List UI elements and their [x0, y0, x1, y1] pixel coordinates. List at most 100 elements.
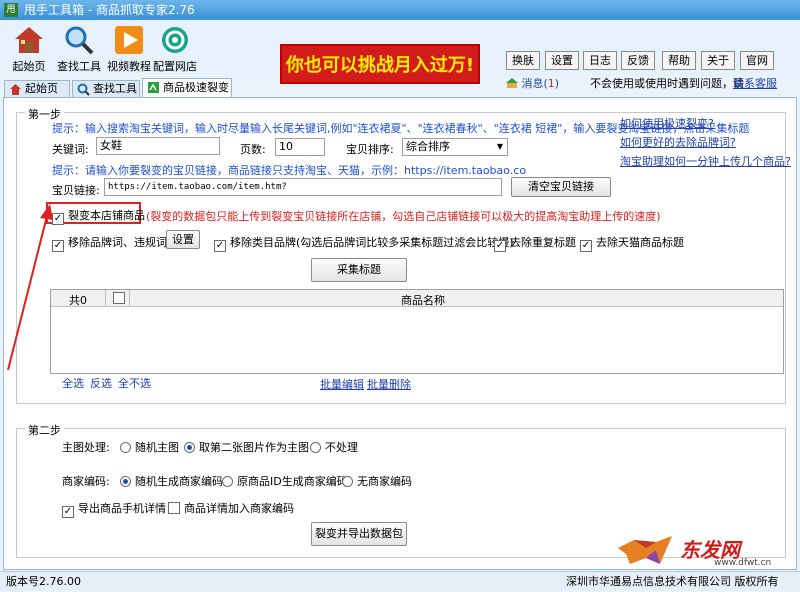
sort-label: 宝贝排序:	[346, 143, 394, 156]
remove-duplicate-option[interactable]: ✓ 去除重复标题	[494, 234, 576, 252]
collect-titles-button[interactable]: 采集标题	[311, 258, 407, 282]
tab-start[interactable]: 起始页	[4, 80, 70, 98]
settings-button[interactable]: 设置	[545, 51, 579, 70]
pages-input[interactable]: 10	[275, 138, 325, 156]
feedback-button[interactable]: 反馈	[621, 51, 655, 70]
main-image-option-none-label: 不处理	[325, 441, 358, 454]
copyright-label: 深圳市华通易点信息技术有限公司 版权所有	[566, 575, 779, 588]
main-image-option-second-label: 取第二张图片作为主图	[199, 441, 309, 454]
export-mobile-checkbox[interactable]: ✓	[62, 506, 74, 518]
grid-column-product-name[interactable]: 商品名称	[401, 292, 445, 308]
version-label: 版本号2.76.00	[6, 575, 81, 588]
tool-search[interactable]: 查找工具	[54, 24, 104, 74]
merchant-code-option-random[interactable]: 随机生成商家编码	[120, 473, 223, 489]
merchant-code-option-none[interactable]: 无商家编码	[342, 473, 412, 489]
tab-find-tools-label: 查找工具	[93, 82, 137, 95]
skin-button[interactable]: 换肤	[506, 51, 540, 70]
add-code-checkbox[interactable]	[168, 502, 180, 514]
help-link-upload[interactable]: 淘宝助理如何一分钟上传几个商品?	[620, 153, 791, 169]
search-icon	[65, 26, 94, 55]
step2-title: 第二步	[25, 422, 64, 438]
gear-icon	[162, 27, 188, 53]
export-mobile-label: 导出商品手机详情	[78, 502, 166, 515]
brand-settings-button[interactable]: 设置	[166, 230, 200, 249]
main-image-radio-second[interactable]	[184, 442, 195, 453]
grid-divider	[105, 290, 106, 306]
main-image-option-second[interactable]: 取第二张图片作为主图	[184, 439, 309, 455]
merchant-code-option-random-label: 随机生成商家编码	[135, 475, 223, 488]
tool-video-label: 视频教程	[107, 60, 151, 73]
grid-count: 共0	[69, 294, 87, 307]
tool-store-config[interactable]: 配置网店	[150, 24, 200, 74]
sort-select[interactable]: 综合排序 ▼	[402, 138, 508, 156]
window-title: 甩手工具箱 - 商品抓取专家2.76	[24, 3, 195, 17]
main-toolbar: 起始页 查找工具 视频教程 配置网店 你也可以挑战月入过万! 换肤 设置 日志 …	[0, 20, 800, 90]
add-code-option[interactable]: 商品详情加入商家编码	[168, 500, 294, 516]
watermark-url: www.dfwt.cn	[714, 558, 772, 568]
main-image-radio-none[interactable]	[310, 442, 321, 453]
fission-export-button[interactable]: 裂变并导出数据包	[311, 522, 407, 546]
help-button[interactable]: 帮助	[662, 51, 696, 70]
remove-category-label: 移除类目品牌(勾选后品牌词比较多采集标题过滤会比较慢)	[230, 236, 514, 249]
tool-video[interactable]: 视频教程	[104, 24, 154, 74]
help-link-brand-words[interactable]: 如何更好的去除品牌词?	[620, 134, 736, 150]
grid-divider	[129, 290, 130, 306]
merchant-code-radio-original[interactable]	[222, 476, 233, 487]
invert-selection-link[interactable]: 反选	[90, 375, 112, 391]
merchant-code-radio-random[interactable]	[120, 476, 131, 487]
grid-header: 共0 商品名称	[51, 290, 783, 307]
remove-category-checkbox[interactable]: ✓	[214, 240, 226, 252]
remove-duplicate-checkbox[interactable]: ✓	[494, 240, 506, 252]
remove-tmall-option[interactable]: ✓ 去除天猫商品标题	[580, 234, 684, 252]
fission-icon	[148, 82, 159, 93]
grid-select-all-checkbox[interactable]	[113, 292, 125, 304]
tab-strip: 起始页 查找工具 商品极速裂变	[0, 78, 800, 98]
own-store-label: 裂变本店铺商品	[68, 209, 145, 222]
merchant-code-radio-none[interactable]	[342, 476, 353, 487]
search-icon	[77, 83, 90, 96]
product-grid: 共0 商品名称	[50, 289, 784, 374]
tab-product-fission[interactable]: 商品极速裂变	[142, 78, 232, 98]
remove-brand-option[interactable]: ✓ 移除品牌词、违规词	[52, 234, 167, 252]
main-image-option-random[interactable]: 随机主图	[120, 439, 179, 455]
remove-tmall-checkbox[interactable]: ✓	[580, 240, 592, 252]
about-button[interactable]: 关于	[701, 51, 735, 70]
pages-label: 页数:	[240, 143, 266, 156]
main-image-label: 主图处理:	[62, 441, 110, 454]
merchant-code-option-none-label: 无商家编码	[357, 475, 412, 488]
remove-duplicate-label: 去除重复标题	[510, 236, 576, 249]
batch-delete-link[interactable]: 批量删除	[367, 376, 411, 392]
clear-link-button[interactable]: 清空宝贝链接	[511, 177, 611, 197]
home-icon	[15, 27, 43, 53]
status-bar: 版本号2.76.00 深圳市华通易点信息技术有限公司 版权所有	[0, 571, 800, 591]
main-image-option-none[interactable]: 不处理	[310, 439, 358, 455]
main-image-radio-random[interactable]	[120, 442, 131, 453]
export-mobile-option[interactable]: ✓ 导出商品手机详情	[62, 500, 166, 518]
tool-home-label: 起始页	[12, 60, 46, 73]
app-icon: 甩	[4, 3, 18, 17]
chevron-down-icon: ▼	[496, 142, 503, 151]
website-button[interactable]: 官网	[740, 51, 774, 70]
keyword-input[interactable]: 女鞋	[96, 137, 220, 155]
help-link-fission[interactable]: 如何使用极速裂变?	[620, 115, 714, 131]
main-image-option-random-label: 随机主图	[135, 441, 179, 454]
product-link-input[interactable]: https://item.taobao.com/item.htm?spm=a23…	[104, 178, 502, 196]
remove-brand-label: 移除品牌词、违规词	[68, 236, 167, 249]
merchant-code-option-original[interactable]: 原商品ID生成商家编码	[222, 473, 348, 489]
merchant-code-label: 商家编码:	[62, 475, 110, 488]
select-none-link[interactable]: 全不选	[118, 375, 151, 391]
link-label: 宝贝链接:	[52, 184, 100, 197]
own-store-note: (裂变的数据包只能上传到裂变宝贝链接所在店铺，勾选自己店铺链接可以极大的提高淘宝…	[146, 210, 661, 223]
tab-find-tools[interactable]: 查找工具	[72, 80, 140, 98]
batch-edit-link[interactable]: 批量编辑	[320, 376, 364, 392]
select-all-link[interactable]: 全选	[62, 375, 84, 391]
own-store-option[interactable]: ✓ 裂变本店铺商品	[52, 207, 145, 225]
remove-category-option[interactable]: ✓ 移除类目品牌(勾选后品牌词比较多采集标题过滤会比较慢)	[214, 234, 514, 252]
log-button[interactable]: 日志	[583, 51, 617, 70]
add-code-label: 商品详情加入商家编码	[184, 502, 294, 515]
tool-home[interactable]: 起始页	[4, 24, 54, 74]
window-titlebar: 甩 甩手工具箱 - 商品抓取专家2.76	[0, 0, 800, 20]
bull-logo-icon	[618, 536, 672, 564]
remove-tmall-label: 去除天猫商品标题	[596, 236, 684, 249]
tool-search-label: 查找工具	[57, 60, 101, 73]
